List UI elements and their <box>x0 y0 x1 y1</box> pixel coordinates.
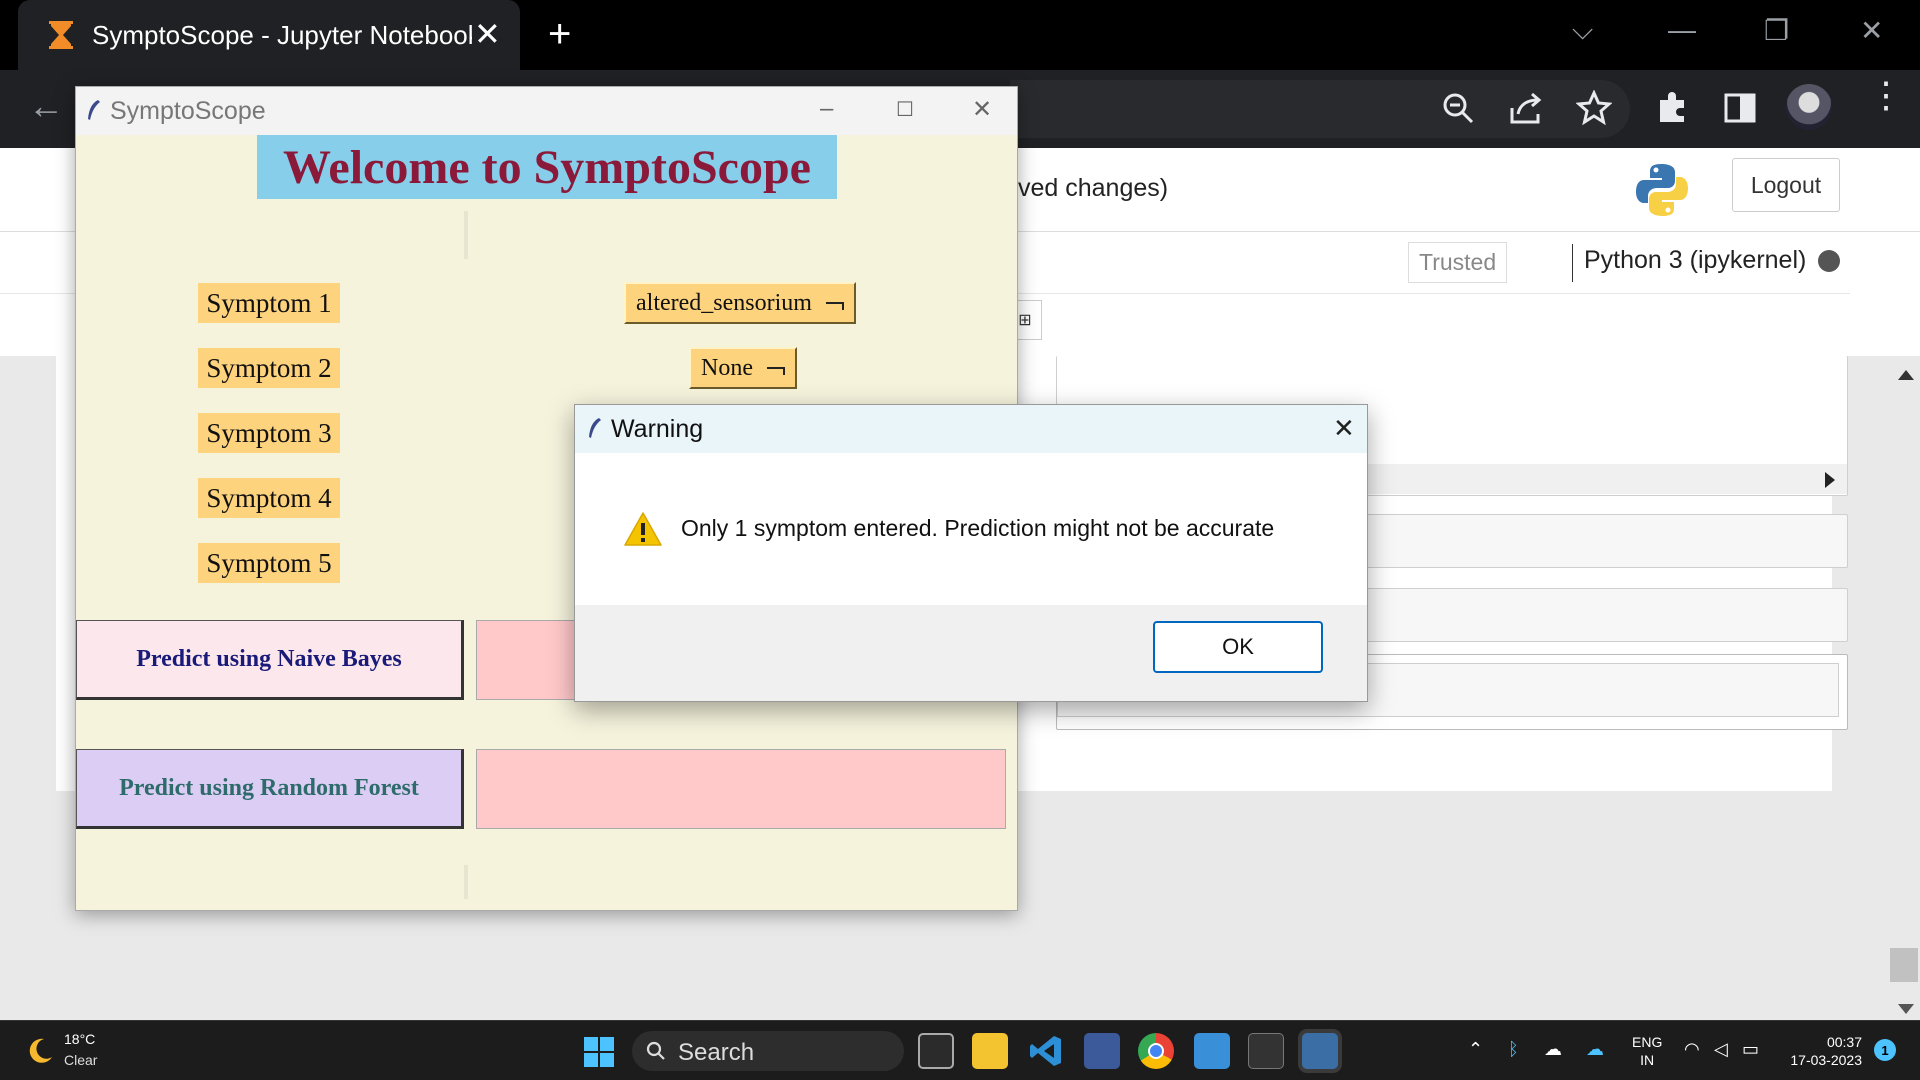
extensions-icon[interactable] <box>1654 90 1690 126</box>
symptom-5-label: Symptom 5 <box>198 543 340 583</box>
warning-icon <box>624 512 662 546</box>
windows-start-icon[interactable] <box>584 1037 614 1067</box>
browser-tab-active[interactable]: SymptoScope - Jupyter Notebook ✕ <box>18 0 520 70</box>
scroll-thumb[interactable] <box>1890 948 1918 982</box>
tab-title: SymptoScope - Jupyter Notebook <box>92 20 472 50</box>
trusted-indicator[interactable]: Trusted <box>1408 242 1508 283</box>
scroll-up-arrow-icon[interactable] <box>1898 370 1914 380</box>
zoom-icon[interactable] <box>1440 90 1476 126</box>
clock[interactable]: 00:37 17-03-2023 <box>1780 1033 1862 1069</box>
profile-avatar[interactable] <box>1786 84 1832 130</box>
weather-temperature[interactable]: 18°C <box>64 1031 95 1047</box>
minimize-icon[interactable]: — <box>1668 14 1696 46</box>
predict-random-forest-button[interactable]: Predict using Random Forest <box>76 749 464 829</box>
app-close-icon[interactable]: ✕ <box>972 95 992 124</box>
hourglass-icon <box>49 21 73 49</box>
battery-icon[interactable]: ▭ <box>1742 1039 1759 1060</box>
logout-button[interactable]: Logout <box>1732 158 1840 212</box>
save-status: ved changes) <box>1018 174 1169 202</box>
clock-date: 17-03-2023 <box>1790 1052 1862 1068</box>
app-window-title: SymptoScope <box>110 97 266 125</box>
tab-close-icon[interactable]: ✕ <box>474 18 501 50</box>
file-explorer-icon[interactable] <box>972 1033 1008 1069</box>
back-arrow-icon[interactable]: ← <box>28 88 64 124</box>
address-bar[interactable] <box>1010 80 1630 138</box>
dropdown-indicator-icon <box>825 302 844 310</box>
ok-button[interactable]: OK <box>1153 621 1323 673</box>
divider <box>464 865 468 899</box>
new-tab-button[interactable]: + <box>548 14 571 54</box>
scroll-down-arrow-icon[interactable] <box>1898 1004 1914 1014</box>
warning-dialog: Warning ✕ Only 1 symptom entered. Predic… <box>574 404 1368 702</box>
restore-icon[interactable]: ❐ <box>1764 14 1789 47</box>
dialog-message: Only 1 symptom entered. Prediction might… <box>681 515 1275 541</box>
kernel-status-icon <box>1818 250 1840 272</box>
tray-chevron-icon[interactable]: ⌃ <box>1468 1039 1483 1060</box>
symptom-1-dropdown[interactable]: altered_sensorium <box>624 282 856 324</box>
app-titlebar[interactable]: SymptoScope – ☐ ✕ <box>76 87 1017 135</box>
symptom-4-label: Symptom 4 <box>198 478 340 518</box>
browser-tabstrip: SymptoScope - Jupyter Notebook ✕ + ⌵ — ❐… <box>0 0 1920 70</box>
symptom-1-label: Symptom 1 <box>198 283 340 323</box>
search-icon <box>646 1041 665 1060</box>
symptom-2-value: None <box>701 354 753 381</box>
dialog-close-icon[interactable]: ✕ <box>1333 413 1355 444</box>
moon-icon[interactable] <box>24 1035 56 1067</box>
symptom-1-value: altered_sensorium <box>636 289 812 316</box>
welcome-banner: Welcome to SymptoScope <box>257 135 837 199</box>
dialog-title: Warning <box>611 415 704 443</box>
tab-search-icon[interactable]: ⌵ <box>1572 14 1593 47</box>
taskbar-search[interactable]: Search <box>632 1031 904 1071</box>
language-indicator[interactable]: ENG IN <box>1632 1033 1662 1069</box>
wifi-icon[interactable]: ◠ <box>1684 1039 1700 1060</box>
clock-time: 00:37 <box>1826 1034 1862 1050</box>
tk-feather-icon <box>88 100 100 120</box>
scroll-right-arrow-icon[interactable] <box>1825 472 1835 488</box>
bluetooth-icon[interactable]: ᛒ <box>1508 1039 1519 1060</box>
page-scrollbar[interactable] <box>1888 358 1920 1018</box>
python-app-icon[interactable] <box>1302 1033 1338 1069</box>
volume-icon[interactable]: ◁ <box>1714 1039 1728 1060</box>
divider <box>464 211 468 259</box>
bookmark-star-icon[interactable] <box>1576 90 1612 126</box>
app-maximize-icon[interactable]: ☐ <box>896 97 914 122</box>
onedrive-icon[interactable]: ☁ <box>1544 1039 1562 1060</box>
terminal-icon[interactable] <box>1248 1033 1284 1069</box>
app-icon[interactable] <box>1084 1033 1120 1069</box>
language-bottom: IN <box>1640 1052 1655 1068</box>
symptom-3-label: Symptom 3 <box>198 413 340 453</box>
vscode-icon[interactable] <box>1028 1033 1064 1069</box>
menu-dots-icon[interactable]: ⋮ <box>1868 77 1904 113</box>
notification-badge[interactable]: 1 <box>1874 1039 1896 1061</box>
tk-feather-icon <box>589 418 601 438</box>
search-label: Search <box>678 1039 755 1066</box>
kernel-separator <box>1572 244 1573 282</box>
weather-condition[interactable]: Clear <box>64 1052 97 1068</box>
dialog-body: Only 1 symptom entered. Prediction might… <box>575 453 1367 605</box>
symptom-2-dropdown[interactable]: None <box>689 347 797 389</box>
side-panel-icon[interactable] <box>1722 90 1758 126</box>
language-top: ENG <box>1632 1034 1663 1050</box>
dropdown-indicator-icon <box>766 367 785 375</box>
kernel-name[interactable]: Python 3 (ipykernel) <box>1584 246 1806 275</box>
predict-naive-bayes-button[interactable]: Predict using Naive Bayes <box>76 620 464 700</box>
notepad-icon[interactable] <box>1194 1033 1230 1069</box>
chrome-icon[interactable] <box>1138 1033 1174 1069</box>
random-forest-result <box>476 749 1006 829</box>
share-icon[interactable] <box>1508 90 1544 126</box>
onedrive-business-icon[interactable]: ☁ <box>1586 1039 1604 1060</box>
terminal-app-icon[interactable] <box>918 1033 954 1069</box>
close-window-icon[interactable]: ✕ <box>1860 14 1883 47</box>
python-logo-icon <box>1636 164 1688 216</box>
taskbar: 18°C Clear Search ⌃ ᛒ ☁ ☁ ENG IN ◠ ◁ ▭ 0… <box>0 1020 1920 1080</box>
app-minimize-icon[interactable]: – <box>820 95 833 123</box>
symptom-2-label: Symptom 2 <box>198 348 340 388</box>
dialog-titlebar[interactable]: Warning ✕ <box>575 405 1367 453</box>
